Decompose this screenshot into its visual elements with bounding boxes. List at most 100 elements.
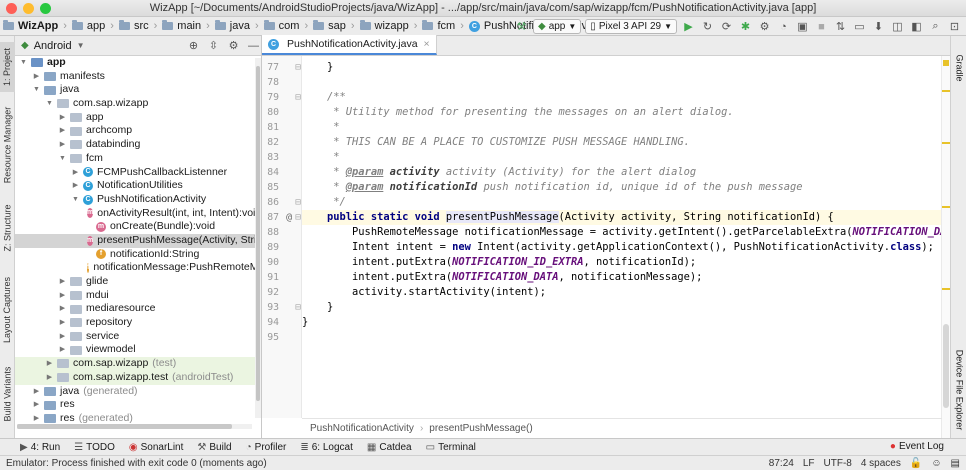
expand-arrow-right-icon[interactable]: ▶ — [71, 179, 80, 193]
expand-arrow-right-icon[interactable]: ▶ — [58, 275, 67, 289]
indent-setting[interactable]: 4 spaces — [861, 458, 901, 469]
profile-icon[interactable]: ◔ — [776, 19, 791, 34]
tree-horizontal-scrollbar[interactable] — [17, 424, 252, 429]
run-icon[interactable]: ▶ — [681, 19, 696, 34]
expand-arrow-down-icon[interactable]: ▼ — [32, 83, 41, 97]
expand-arrow-down-icon[interactable]: ▼ — [71, 193, 80, 207]
code-line[interactable]: intent.putExtra(NOTIFICATION_ID_EXTRA, n… — [302, 255, 696, 270]
close-window-button[interactable] — [6, 3, 17, 14]
expand-arrow-right-icon[interactable]: ▶ — [58, 111, 67, 125]
status-message[interactable]: Emulator: Process finished with exit cod… — [6, 458, 267, 469]
debug-icon[interactable]: ✱ — [738, 19, 753, 34]
expand-arrow-right-icon[interactable]: ▶ — [58, 124, 67, 138]
code-line[interactable]: */ — [302, 195, 346, 210]
tab-gradle[interactable]: Gradle — [951, 46, 966, 90]
search-icon[interactable]: ⌕ — [928, 19, 943, 34]
tree-item[interactable]: ▼ fcm — [15, 152, 255, 166]
fold-marker-icon[interactable]: ⊟ — [293, 300, 301, 315]
code-line[interactable]: PushRemoteMessage notificationMessage = … — [302, 225, 942, 240]
tab-project[interactable]: 1: Project — [0, 42, 15, 92]
help-icon[interactable]: ⊡ — [947, 19, 962, 34]
tree-item[interactable]: ▶ com.sap.wizapp.test (androidTest) — [15, 370, 255, 385]
tree-item[interactable]: mpresentPushMessage(Activity, String):vo… — [15, 233, 255, 248]
warning-stripe[interactable] — [942, 90, 950, 92]
code-line[interactable]: intent.putExtra(NOTIFICATION_DATA, notif… — [302, 270, 702, 285]
tree-item[interactable]: ▶ app — [15, 111, 255, 125]
tree-item[interactable]: ▶ glide — [15, 275, 255, 289]
project-view-select[interactable]: Android — [34, 40, 72, 52]
coverage-icon[interactable]: ▣ — [795, 19, 810, 34]
code-line[interactable]: * — [302, 150, 339, 165]
breadcrumb-class[interactable]: PushNotificationActivity — [310, 423, 414, 434]
tree-item[interactable]: fnotificationMessage:PushRemoteMessage — [15, 261, 255, 275]
editor-scrollbar[interactable] — [941, 56, 950, 438]
warning-stripe[interactable] — [942, 206, 950, 208]
expand-arrow-down-icon[interactable]: ▼ — [19, 56, 28, 70]
collapse-all-icon[interactable]: ⇳ — [206, 38, 221, 53]
fold-marker-icon[interactable]: ⊟ — [293, 210, 301, 225]
expand-arrow-right-icon[interactable]: ▶ — [58, 289, 67, 303]
tree-item[interactable]: f notificationId:String — [15, 248, 255, 262]
chevron-down-icon[interactable]: ▼ — [77, 41, 85, 50]
expand-arrow-right-icon[interactable]: ▶ — [71, 166, 80, 180]
device-select[interactable]: ▯ Pixel 3 API 29 ▼ — [585, 19, 677, 34]
crumb-wizapp[interactable]: wizapp — [357, 20, 412, 32]
tool-window-4-run[interactable]: ▶ 4: Run — [20, 442, 60, 453]
expand-arrow-right-icon[interactable]: ▶ — [45, 357, 54, 371]
fold-marker-icon[interactable]: ⊟ — [293, 60, 301, 75]
tree-item[interactable]: m onActivityResult(int, int, Intent):void — [15, 207, 255, 221]
code-line[interactable]: } — [302, 60, 333, 75]
breadcrumb-method[interactable]: presentPushMessage() — [429, 423, 532, 434]
tree-item[interactable]: ▶ manifests — [15, 70, 255, 84]
code-line[interactable]: * — [302, 120, 339, 135]
tree-item[interactable]: ▶ repository — [15, 316, 255, 330]
tab-layout-captures[interactable]: Layout Captures — [0, 268, 15, 352]
tree-item[interactable]: ▶ C NotificationUtilities — [15, 179, 255, 193]
tree-item[interactable]: ▶ databinding — [15, 138, 255, 152]
expand-arrow-down-icon[interactable]: ▼ — [58, 152, 67, 166]
fold-marker-icon[interactable]: ⊟ — [293, 195, 301, 210]
code-line[interactable]: } — [302, 300, 333, 315]
tab-build-variants[interactable]: Build Variants — [0, 356, 15, 432]
tree-item[interactable]: ▶ com.sap.wizapp (test) — [15, 357, 255, 371]
expand-arrow-right-icon[interactable]: ▶ — [32, 398, 41, 412]
crumb-app[interactable]: app — [69, 20, 108, 32]
code-line[interactable]: * @param activity activity (Activity) fo… — [302, 165, 696, 180]
warning-stripe[interactable] — [942, 142, 950, 144]
code-line[interactable]: Intent intent = new Intent(activity.getA… — [302, 240, 934, 255]
code-area[interactable]: } /** * Utility method for presenting th… — [302, 56, 942, 418]
expand-arrow-right-icon[interactable]: ▶ — [45, 371, 54, 385]
tab-resource-manager[interactable]: Resource Manager — [0, 98, 15, 192]
tool-window-build[interactable]: ⚒ Build — [197, 442, 231, 453]
tree-item[interactable]: m onCreate(Bundle):void — [15, 220, 255, 234]
expand-arrow-right-icon[interactable]: ▶ — [58, 302, 67, 316]
sdk-manager-icon[interactable]: ⬇ — [871, 19, 886, 34]
device-explorer-icon[interactable]: ◧ — [909, 19, 924, 34]
tab-structure[interactable]: Z: Structure — [0, 196, 15, 260]
file-tab[interactable]: C PushNotificationActivity.java × — [262, 35, 437, 55]
code-line[interactable]: activity.startActivity(intent); — [302, 285, 546, 300]
crumb-com[interactable]: com — [261, 20, 303, 32]
tool-window-sonarlint[interactable]: ◉ SonarLint — [129, 442, 184, 453]
code-line[interactable]: * Utility method for presenting the mess… — [302, 105, 733, 120]
fold-marker-icon[interactable]: ⊟ — [293, 90, 301, 105]
minimize-window-button[interactable] — [23, 3, 34, 14]
warning-stripe[interactable] — [942, 288, 950, 290]
expand-arrow-right-icon[interactable]: ▶ — [32, 385, 41, 399]
notifications-icon[interactable]: ▤ — [951, 458, 960, 469]
tree-item[interactable]: ▼ com.sap.wizapp — [15, 97, 255, 111]
sync-project-icon[interactable]: ⇅ — [833, 19, 848, 34]
tree-vertical-scrollbar[interactable] — [255, 58, 261, 418]
tree-item[interactable]: ▶ java (generated) — [15, 385, 255, 399]
crumb-project[interactable]: WizApp — [0, 20, 61, 32]
tool-window-todo[interactable]: ☰ TODO — [74, 442, 115, 453]
tree-item[interactable]: ▶ mdui — [15, 289, 255, 303]
attach-debugger-icon[interactable]: ⚙ — [757, 19, 772, 34]
zoom-window-button[interactable] — [40, 3, 51, 14]
code-line[interactable]: public static void presentPushMessage(Ac… — [302, 210, 834, 225]
run-config-select[interactable]: ◆ app ▼ — [532, 19, 582, 34]
avd-manager-icon[interactable]: ▭ — [852, 19, 867, 34]
warning-marker-icon[interactable] — [943, 60, 949, 66]
tree-item[interactable]: ▶ viewmodel — [15, 343, 255, 357]
lock-icon[interactable]: 🔓 — [910, 458, 922, 469]
